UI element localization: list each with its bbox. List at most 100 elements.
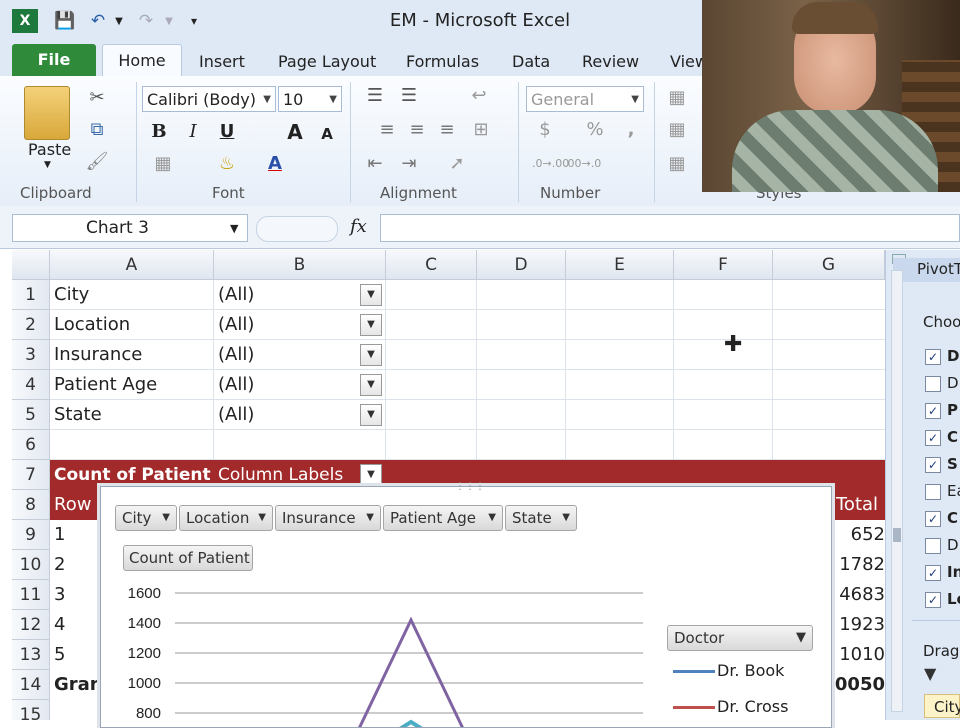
legend-field-button[interactable]: Doctor ▼: [667, 625, 813, 651]
tab-home[interactable]: Home: [102, 44, 182, 79]
fill-color-icon[interactable]: ♨: [214, 152, 240, 176]
pivot-chart[interactable]: ⋮⋮⋮ City ▼ Location ▼ Insurance ▼ Patient A…: [100, 481, 832, 728]
filter-dropdown-state[interactable]: ▼: [360, 404, 382, 426]
chart-filter-insurance[interactable]: Insurance ▼: [275, 505, 381, 531]
filter-dropdown-patient-age[interactable]: ▼: [360, 374, 382, 396]
column-header-e[interactable]: E: [566, 250, 674, 280]
tab-formulas[interactable]: Formulas: [406, 52, 479, 71]
decrease-indent-icon[interactable]: ⇤: [362, 152, 388, 176]
pane-scrollbar[interactable]: [891, 270, 903, 712]
chart-filter-patient-age[interactable]: Patient Age ▼: [383, 505, 503, 531]
merge-center-icon[interactable]: ⊞: [468, 118, 494, 142]
middle-align-icon[interactable]: ☰: [396, 84, 422, 108]
column-header-f[interactable]: F: [674, 250, 773, 280]
number-format-combo[interactable]: General ▼: [526, 86, 644, 112]
column-labels-filter-icon[interactable]: ▼: [360, 464, 382, 486]
decrease-decimal-icon[interactable]: .00→.0: [564, 152, 601, 176]
percent-button[interactable]: %: [582, 118, 608, 142]
tab-file[interactable]: File: [12, 44, 96, 76]
column-header-a[interactable]: A: [50, 250, 214, 280]
formula-bar-resizer[interactable]: [256, 216, 338, 242]
tab-page-layout[interactable]: Page Layout: [278, 52, 376, 71]
series-line-peak[interactable]: [355, 616, 467, 727]
chart-filter-city[interactable]: City ▼: [115, 505, 177, 531]
font-size-combo[interactable]: 10 ▼: [278, 86, 342, 112]
row-header[interactable]: 5: [12, 400, 50, 430]
row-header[interactable]: 9: [12, 520, 50, 550]
column-header-b[interactable]: B: [214, 250, 386, 280]
align-left-icon[interactable]: ≡: [374, 118, 400, 142]
scrollbar-thumb[interactable]: [893, 528, 901, 542]
borders-icon[interactable]: ▦: [150, 152, 176, 176]
row-header[interactable]: 1: [12, 280, 50, 310]
row-header[interactable]: 3: [12, 340, 50, 370]
underline-button[interactable]: U: [214, 120, 240, 144]
font-color-icon[interactable]: A: [262, 152, 288, 176]
cell-styles-icon[interactable]: ▦: [664, 152, 690, 176]
shrink-font-button[interactable]: A: [314, 122, 340, 146]
paste-dropdown-icon[interactable]: ▼: [44, 160, 51, 170]
insert-function-icon[interactable]: fx: [350, 216, 367, 237]
increase-decimal-icon[interactable]: .0→.00: [532, 152, 569, 176]
series-line[interactable]: [387, 719, 435, 727]
field-checkbox[interactable]: ✓: [925, 430, 941, 446]
field-checkbox[interactable]: ✓: [925, 592, 941, 608]
chart-filter-location[interactable]: Location ▼: [179, 505, 273, 531]
select-all-corner[interactable]: [12, 250, 50, 280]
column-header-d[interactable]: D: [477, 250, 566, 280]
tab-view[interactable]: View: [670, 52, 702, 71]
copy-icon[interactable]: ⧉: [84, 118, 110, 142]
row-header[interactable]: 12: [12, 610, 50, 640]
field-checkbox[interactable]: [925, 484, 941, 500]
formula-input[interactable]: [380, 214, 960, 242]
column-header-c[interactable]: C: [386, 250, 477, 280]
field-checkbox[interactable]: [925, 538, 941, 554]
orientation-icon[interactable]: ➚: [444, 152, 470, 176]
paste-icon[interactable]: [24, 86, 70, 140]
top-align-icon[interactable]: ☰: [362, 84, 388, 108]
tab-data[interactable]: Data: [512, 52, 550, 71]
field-checkbox[interactable]: [925, 376, 941, 392]
chart-value-button[interactable]: Count of Patient: [123, 545, 253, 571]
row-header[interactable]: 4: [12, 370, 50, 400]
row-header[interactable]: 13: [12, 640, 50, 670]
row-header[interactable]: 7: [12, 460, 50, 490]
field-checkbox[interactable]: ✓: [925, 457, 941, 473]
grow-font-button[interactable]: A: [282, 120, 308, 144]
format-table-icon[interactable]: ▦: [664, 118, 690, 142]
tab-insert[interactable]: Insert: [199, 52, 245, 71]
conditional-format-icon[interactable]: ▦: [664, 86, 690, 110]
filter-dropdown-location[interactable]: ▼: [360, 314, 382, 336]
row-header[interactable]: 2: [12, 310, 50, 340]
currency-button[interactable]: $: [532, 118, 558, 142]
cut-icon[interactable]: ✂: [84, 86, 110, 110]
increase-indent-icon[interactable]: ⇥: [396, 152, 422, 176]
paste-button[interactable]: Paste: [28, 140, 71, 159]
field-checkbox[interactable]: ✓: [925, 349, 941, 365]
font-name-combo[interactable]: Calibri (Body) ▼: [142, 86, 276, 112]
row-header[interactable]: 15: [12, 700, 50, 720]
row-header[interactable]: 8: [12, 490, 50, 520]
filter-icon: ▼: [796, 630, 806, 645]
align-center-icon[interactable]: ≡: [404, 118, 430, 142]
row-header[interactable]: 11: [12, 580, 50, 610]
row-header[interactable]: 10: [12, 550, 50, 580]
field-checkbox[interactable]: ✓: [925, 403, 941, 419]
italic-button[interactable]: I: [180, 120, 206, 144]
row-header[interactable]: 6: [12, 430, 50, 460]
chart-filter-state[interactable]: State ▼: [505, 505, 577, 531]
align-right-icon[interactable]: ≡: [434, 118, 460, 142]
column-header-g[interactable]: G: [773, 250, 885, 280]
field-checkbox[interactable]: ✓: [925, 511, 941, 527]
tab-review[interactable]: Review: [582, 52, 639, 71]
field-checkbox[interactable]: ✓: [925, 565, 941, 581]
bold-button[interactable]: B: [146, 120, 172, 144]
wrap-text-icon[interactable]: ↩: [466, 84, 492, 108]
comma-button[interactable]: ,: [618, 118, 644, 142]
chart-resize-handle[interactable]: ⋮⋮⋮: [455, 481, 485, 492]
row-header[interactable]: 14: [12, 670, 50, 700]
format-painter-icon[interactable]: 🖌: [84, 150, 110, 174]
filter-dropdown-insurance[interactable]: ▼: [360, 344, 382, 366]
chevron-down-icon[interactable]: ▼: [230, 222, 238, 235]
filter-dropdown-city[interactable]: ▼: [360, 284, 382, 306]
